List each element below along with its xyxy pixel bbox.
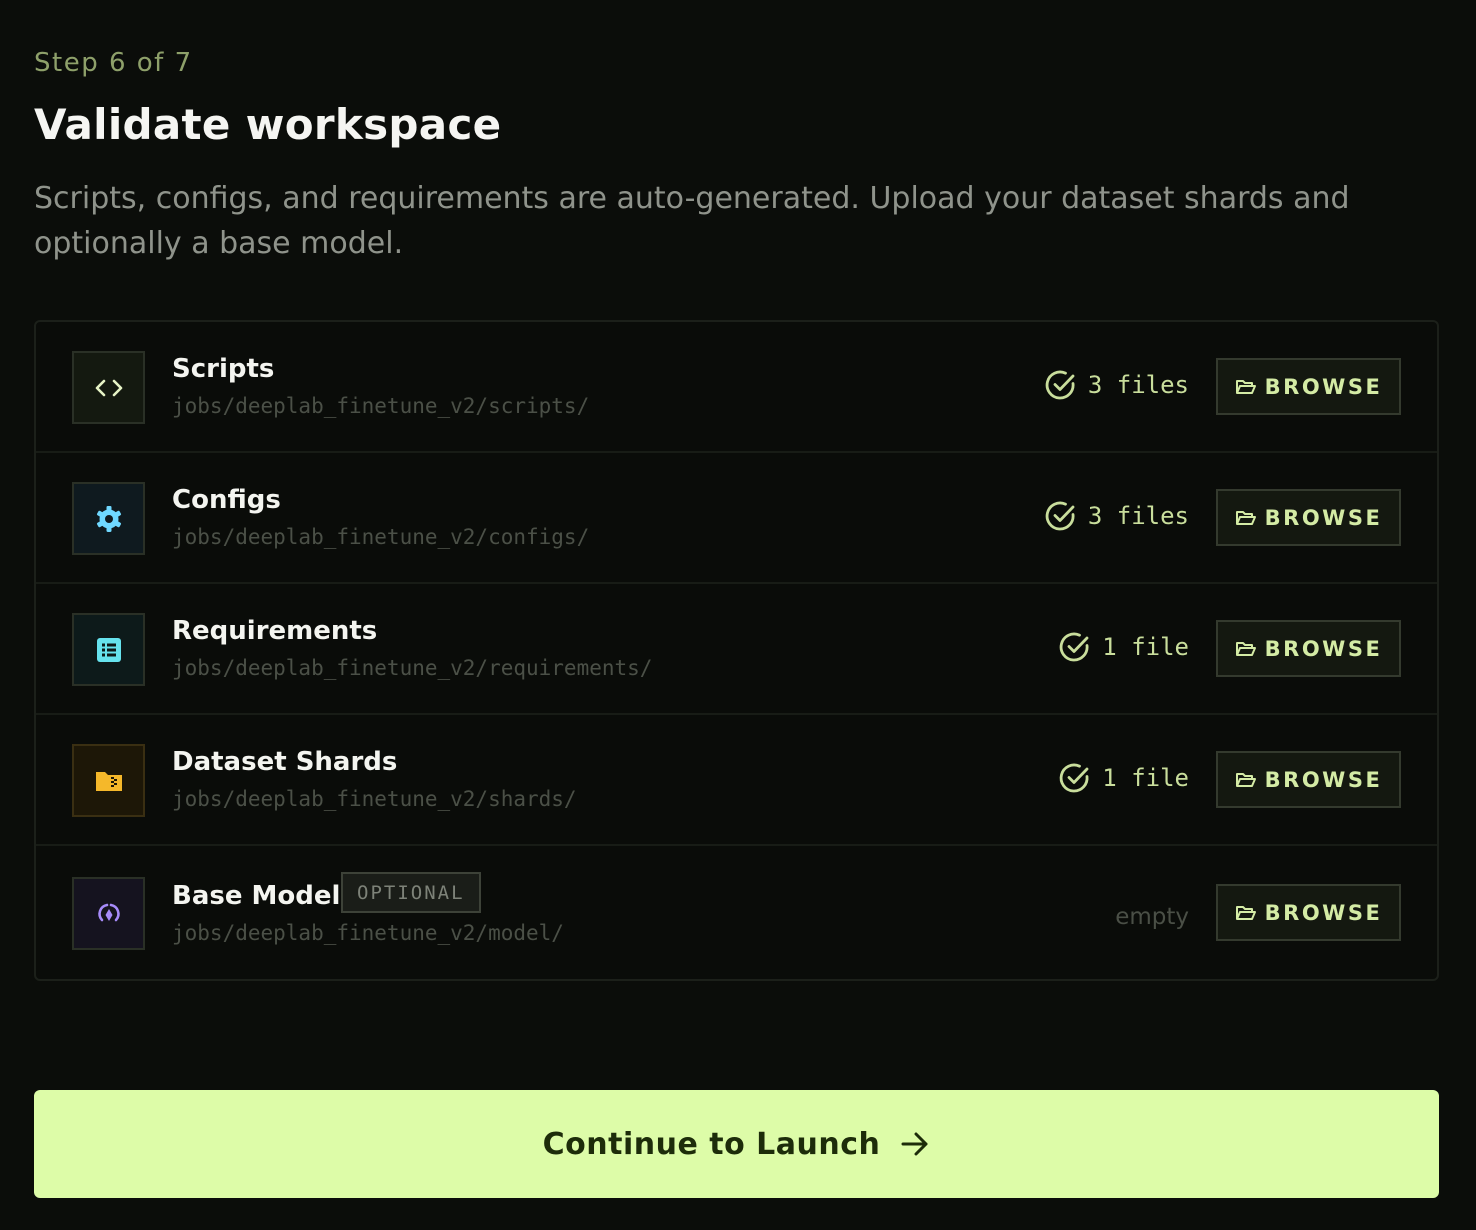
row-path: jobs/deeplab_finetune_v2/requirements/ xyxy=(172,656,653,680)
browse-label: BROWSE xyxy=(1264,636,1383,661)
row-path: jobs/deeplab_finetune_v2/shards/ xyxy=(172,787,577,811)
arrow-right-icon xyxy=(901,1132,928,1156)
row-path: jobs/deeplab_finetune_v2/model/ xyxy=(172,921,564,945)
browse-button-base-model[interactable]: BROWSE xyxy=(1216,884,1401,941)
folder-open-icon xyxy=(1235,379,1256,394)
workspace-row-dataset-shards: Dataset Shards jobs/deeplab_finetune_v2/… xyxy=(36,715,1437,846)
archive-folder-icon xyxy=(72,744,145,817)
browse-button-dataset-shards[interactable]: BROWSE xyxy=(1216,751,1401,808)
row-status: 3 files xyxy=(1044,499,1189,533)
continue-label: Continue to Launch xyxy=(542,1126,881,1162)
step-label: Step 6 of 7 xyxy=(34,48,193,78)
row-name: Dataset Shards xyxy=(172,747,398,777)
browse-label: BROWSE xyxy=(1264,374,1383,399)
row-path: jobs/deeplab_finetune_v2/configs/ xyxy=(172,525,590,549)
row-name: Requirements xyxy=(172,616,378,646)
list-icon xyxy=(72,613,145,686)
page-title: Validate workspace xyxy=(34,100,502,149)
browse-label: BROWSE xyxy=(1264,900,1383,925)
code-icon xyxy=(72,351,145,424)
row-status: 1 file xyxy=(1058,630,1189,664)
check-circle-icon xyxy=(1060,632,1089,662)
row-name: Configs xyxy=(172,485,281,515)
workspace-row-configs: Configs jobs/deeplab_finetune_v2/configs… xyxy=(36,453,1437,584)
workspace-row-requirements: Requirements jobs/deeplab_finetune_v2/re… xyxy=(36,584,1437,715)
row-path: jobs/deeplab_finetune_v2/scripts/ xyxy=(172,394,590,418)
browse-label: BROWSE xyxy=(1264,505,1383,530)
continue-button[interactable]: Continue to Launch xyxy=(34,1090,1439,1198)
page-subtitle: Scripts, configs, and requirements are a… xyxy=(34,181,1350,261)
row-name: Base Model xyxy=(172,881,341,911)
file-count: 3 files xyxy=(1087,502,1189,530)
row-status: 1 file xyxy=(1058,761,1189,795)
row-status-empty: empty xyxy=(1115,904,1189,930)
row-status: 3 files xyxy=(1044,368,1189,402)
browse-button-requirements[interactable]: BROWSE xyxy=(1216,620,1401,677)
browse-button-scripts[interactable]: BROWSE xyxy=(1216,358,1401,415)
folder-open-icon xyxy=(1235,510,1256,525)
check-circle-icon xyxy=(1060,763,1089,793)
workspace-row-base-model: Base Model OPTIONAL jobs/deeplab_finetun… xyxy=(36,846,1437,981)
file-count: 3 files xyxy=(1087,371,1189,399)
check-circle-icon xyxy=(1045,501,1075,531)
folder-open-icon xyxy=(1235,641,1256,656)
folder-open-icon xyxy=(1235,772,1256,787)
gear-icon xyxy=(72,482,145,555)
file-count: 1 file xyxy=(1102,633,1189,661)
browse-button-configs[interactable]: BROWSE xyxy=(1216,489,1401,546)
row-name: Scripts xyxy=(172,354,275,384)
browse-label: BROWSE xyxy=(1264,767,1383,792)
check-circle-icon xyxy=(1045,370,1075,400)
file-count: 1 file xyxy=(1102,764,1189,792)
folder-open-icon xyxy=(1235,905,1256,920)
workspace-row-scripts: Scripts jobs/deeplab_finetune_v2/scripts… xyxy=(36,322,1437,453)
optional-badge: OPTIONAL xyxy=(341,872,481,913)
model-icon xyxy=(72,877,145,950)
workspace-panel: Scripts jobs/deeplab_finetune_v2/scripts… xyxy=(34,320,1439,981)
